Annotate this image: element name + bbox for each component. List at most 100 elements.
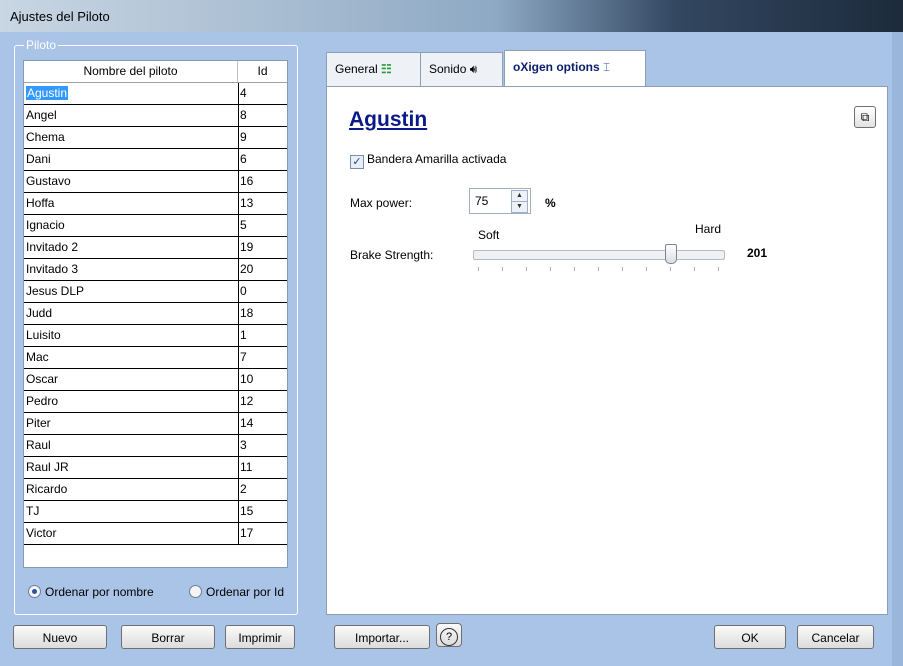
- pilot-id-cell[interactable]: 3: [238, 435, 287, 457]
- table-row[interactable]: Invitado 3 20: [24, 259, 287, 281]
- table-row[interactable]: Jesus DLP 0: [24, 281, 287, 303]
- pilot-name-cell[interactable]: Invitado 2: [24, 237, 239, 259]
- yellow-flag-checkbox[interactable]: ✓ Bandera Amarilla activada: [350, 152, 506, 169]
- pilot-id-cell[interactable]: 5: [238, 215, 287, 237]
- pilot-id-cell[interactable]: 9: [238, 127, 287, 149]
- delete-button[interactable]: Borrar: [121, 625, 215, 649]
- brake-value: 201: [747, 246, 768, 260]
- pilot-id-cell[interactable]: 0: [238, 281, 287, 303]
- pilot-name-cell[interactable]: Pedro: [24, 391, 239, 413]
- pilot-name-cell[interactable]: TJ: [24, 501, 239, 523]
- pilot-id-cell[interactable]: 14: [238, 413, 287, 435]
- pilot-id-cell[interactable]: 15: [238, 501, 287, 523]
- ok-button[interactable]: OK: [714, 625, 786, 649]
- max-power-label: Max power:: [350, 196, 413, 210]
- pilot-name-cell[interactable]: Oscar: [24, 369, 239, 391]
- window-frame-right: [892, 32, 903, 666]
- pilot-name-cell[interactable]: Dani: [24, 149, 239, 171]
- table-row[interactable]: Gustavo 16: [24, 171, 287, 193]
- pilot-name-text: Ricardo: [26, 482, 68, 496]
- expand-button[interactable]: ⧉: [854, 106, 876, 128]
- pilot-id-cell[interactable]: 13: [238, 193, 287, 215]
- pilot-name-cell[interactable]: Luisito: [24, 325, 239, 347]
- pilot-id-cell[interactable]: 12: [238, 391, 287, 413]
- pilot-name-cell[interactable]: Ricardo: [24, 479, 239, 501]
- brake-slider-thumb[interactable]: [664, 244, 677, 264]
- brake-slider-track[interactable]: [473, 250, 725, 260]
- table-row[interactable]: Piter 14: [24, 413, 287, 435]
- pilot-name-cell[interactable]: Gustavo: [24, 171, 239, 193]
- pilot-id-cell[interactable]: 6: [238, 149, 287, 171]
- help-button[interactable]: ?: [436, 623, 462, 647]
- table-row[interactable]: Raul JR 11: [24, 457, 287, 479]
- pilot-id-cell[interactable]: 18: [238, 303, 287, 325]
- table-row[interactable]: Oscar 10: [24, 369, 287, 391]
- import-button[interactable]: Importar...: [334, 625, 430, 649]
- tab-general[interactable]: General ☷: [326, 52, 422, 86]
- pilot-id-cell[interactable]: 7: [238, 347, 287, 369]
- pilot-name-cell[interactable]: Judd: [24, 303, 239, 325]
- table-row[interactable]: Invitado 2 19: [24, 237, 287, 259]
- pilot-name-cell[interactable]: Raul: [24, 435, 239, 457]
- slider-tick: [478, 267, 479, 271]
- radio-indicator: [28, 585, 41, 598]
- sort-by-id-radio[interactable]: Ordenar por Id: [189, 585, 284, 599]
- sort-by-name-radio[interactable]: Ordenar por nombre: [28, 585, 154, 599]
- table-row[interactable]: Chema 9: [24, 127, 287, 149]
- pilot-name-cell[interactable]: Agustin: [24, 83, 239, 105]
- spin-down-icon[interactable]: ▼: [511, 201, 528, 213]
- pilot-id-cell[interactable]: 11: [238, 457, 287, 479]
- slider-tick: [646, 267, 647, 271]
- pilot-id-cell[interactable]: 16: [238, 171, 287, 193]
- pilot-id-cell[interactable]: 10: [238, 369, 287, 391]
- pilot-name-cell[interactable]: Chema: [24, 127, 239, 149]
- tab-sound[interactable]: Sonido 🔊︎: [420, 52, 503, 86]
- table-row[interactable]: Hoffa 13: [24, 193, 287, 215]
- table-row[interactable]: TJ 15: [24, 501, 287, 523]
- table-row[interactable]: Pedro 12: [24, 391, 287, 413]
- pilot-name-text: Victor: [26, 526, 57, 540]
- windows-icon: ⧉: [860, 110, 870, 124]
- max-power-spinner[interactable]: 75 ▲ ▼: [469, 188, 531, 214]
- cancel-button[interactable]: Cancelar: [797, 625, 874, 649]
- tab-oxigen-options[interactable]: oXigen options ⌶: [504, 50, 646, 86]
- pilot-table[interactable]: Nombre del piloto Id Agustin 4 Angel 8 Chema…: [23, 60, 288, 568]
- pilot-id-cell[interactable]: 1: [238, 325, 287, 347]
- pilot-id-cell[interactable]: 2: [238, 479, 287, 501]
- new-button[interactable]: Nuevo: [13, 625, 107, 649]
- table-row[interactable]: Angel 8: [24, 105, 287, 127]
- max-power-value[interactable]: 75: [475, 194, 488, 208]
- tool-icon: ⌶: [603, 60, 611, 74]
- pilot-name-cell[interactable]: Raul JR: [24, 457, 239, 479]
- table-row[interactable]: Raul 3: [24, 435, 287, 457]
- pilot-name-cell[interactable]: Hoffa: [24, 193, 239, 215]
- pilot-name-cell[interactable]: Angel: [24, 105, 239, 127]
- table-row[interactable]: Ricardo 2: [24, 479, 287, 501]
- slider-tick: [574, 267, 575, 271]
- table-row[interactable]: Luisito 1: [24, 325, 287, 347]
- print-button[interactable]: Imprimir: [225, 625, 295, 649]
- pilot-name-cell[interactable]: Victor: [24, 523, 239, 545]
- pilot-name-cell[interactable]: Mac: [24, 347, 239, 369]
- pilot-name-text: Luisito: [26, 328, 61, 342]
- table-row[interactable]: Mac 7: [24, 347, 287, 369]
- pilot-id-cell[interactable]: 20: [238, 259, 287, 281]
- table-row[interactable]: Agustin 4: [24, 83, 287, 105]
- table-row[interactable]: Victor 17: [24, 523, 287, 545]
- pilot-id-cell[interactable]: 19: [238, 237, 287, 259]
- pilot-id-cell[interactable]: 8: [238, 105, 287, 127]
- tab-sound-label: Sonido: [429, 62, 467, 76]
- table-row[interactable]: Dani 6: [24, 149, 287, 171]
- table-row[interactable]: Ignacio 5: [24, 215, 287, 237]
- pilot-name-cell[interactable]: Jesus DLP: [24, 281, 239, 303]
- pilot-name-cell[interactable]: Invitado 3: [24, 259, 239, 281]
- pilot-name-cell[interactable]: Piter: [24, 413, 239, 435]
- column-header-id[interactable]: Id: [238, 61, 287, 82]
- pilot-id-cell[interactable]: 4: [238, 83, 287, 105]
- column-header-name[interactable]: Nombre del piloto: [24, 61, 238, 82]
- pilot-name-text: Ignacio: [26, 218, 65, 232]
- table-row[interactable]: Judd 18: [24, 303, 287, 325]
- pilot-id-cell[interactable]: 17: [238, 523, 287, 545]
- pilot-name-text: Pedro: [26, 394, 59, 408]
- pilot-name-cell[interactable]: Ignacio: [24, 215, 239, 237]
